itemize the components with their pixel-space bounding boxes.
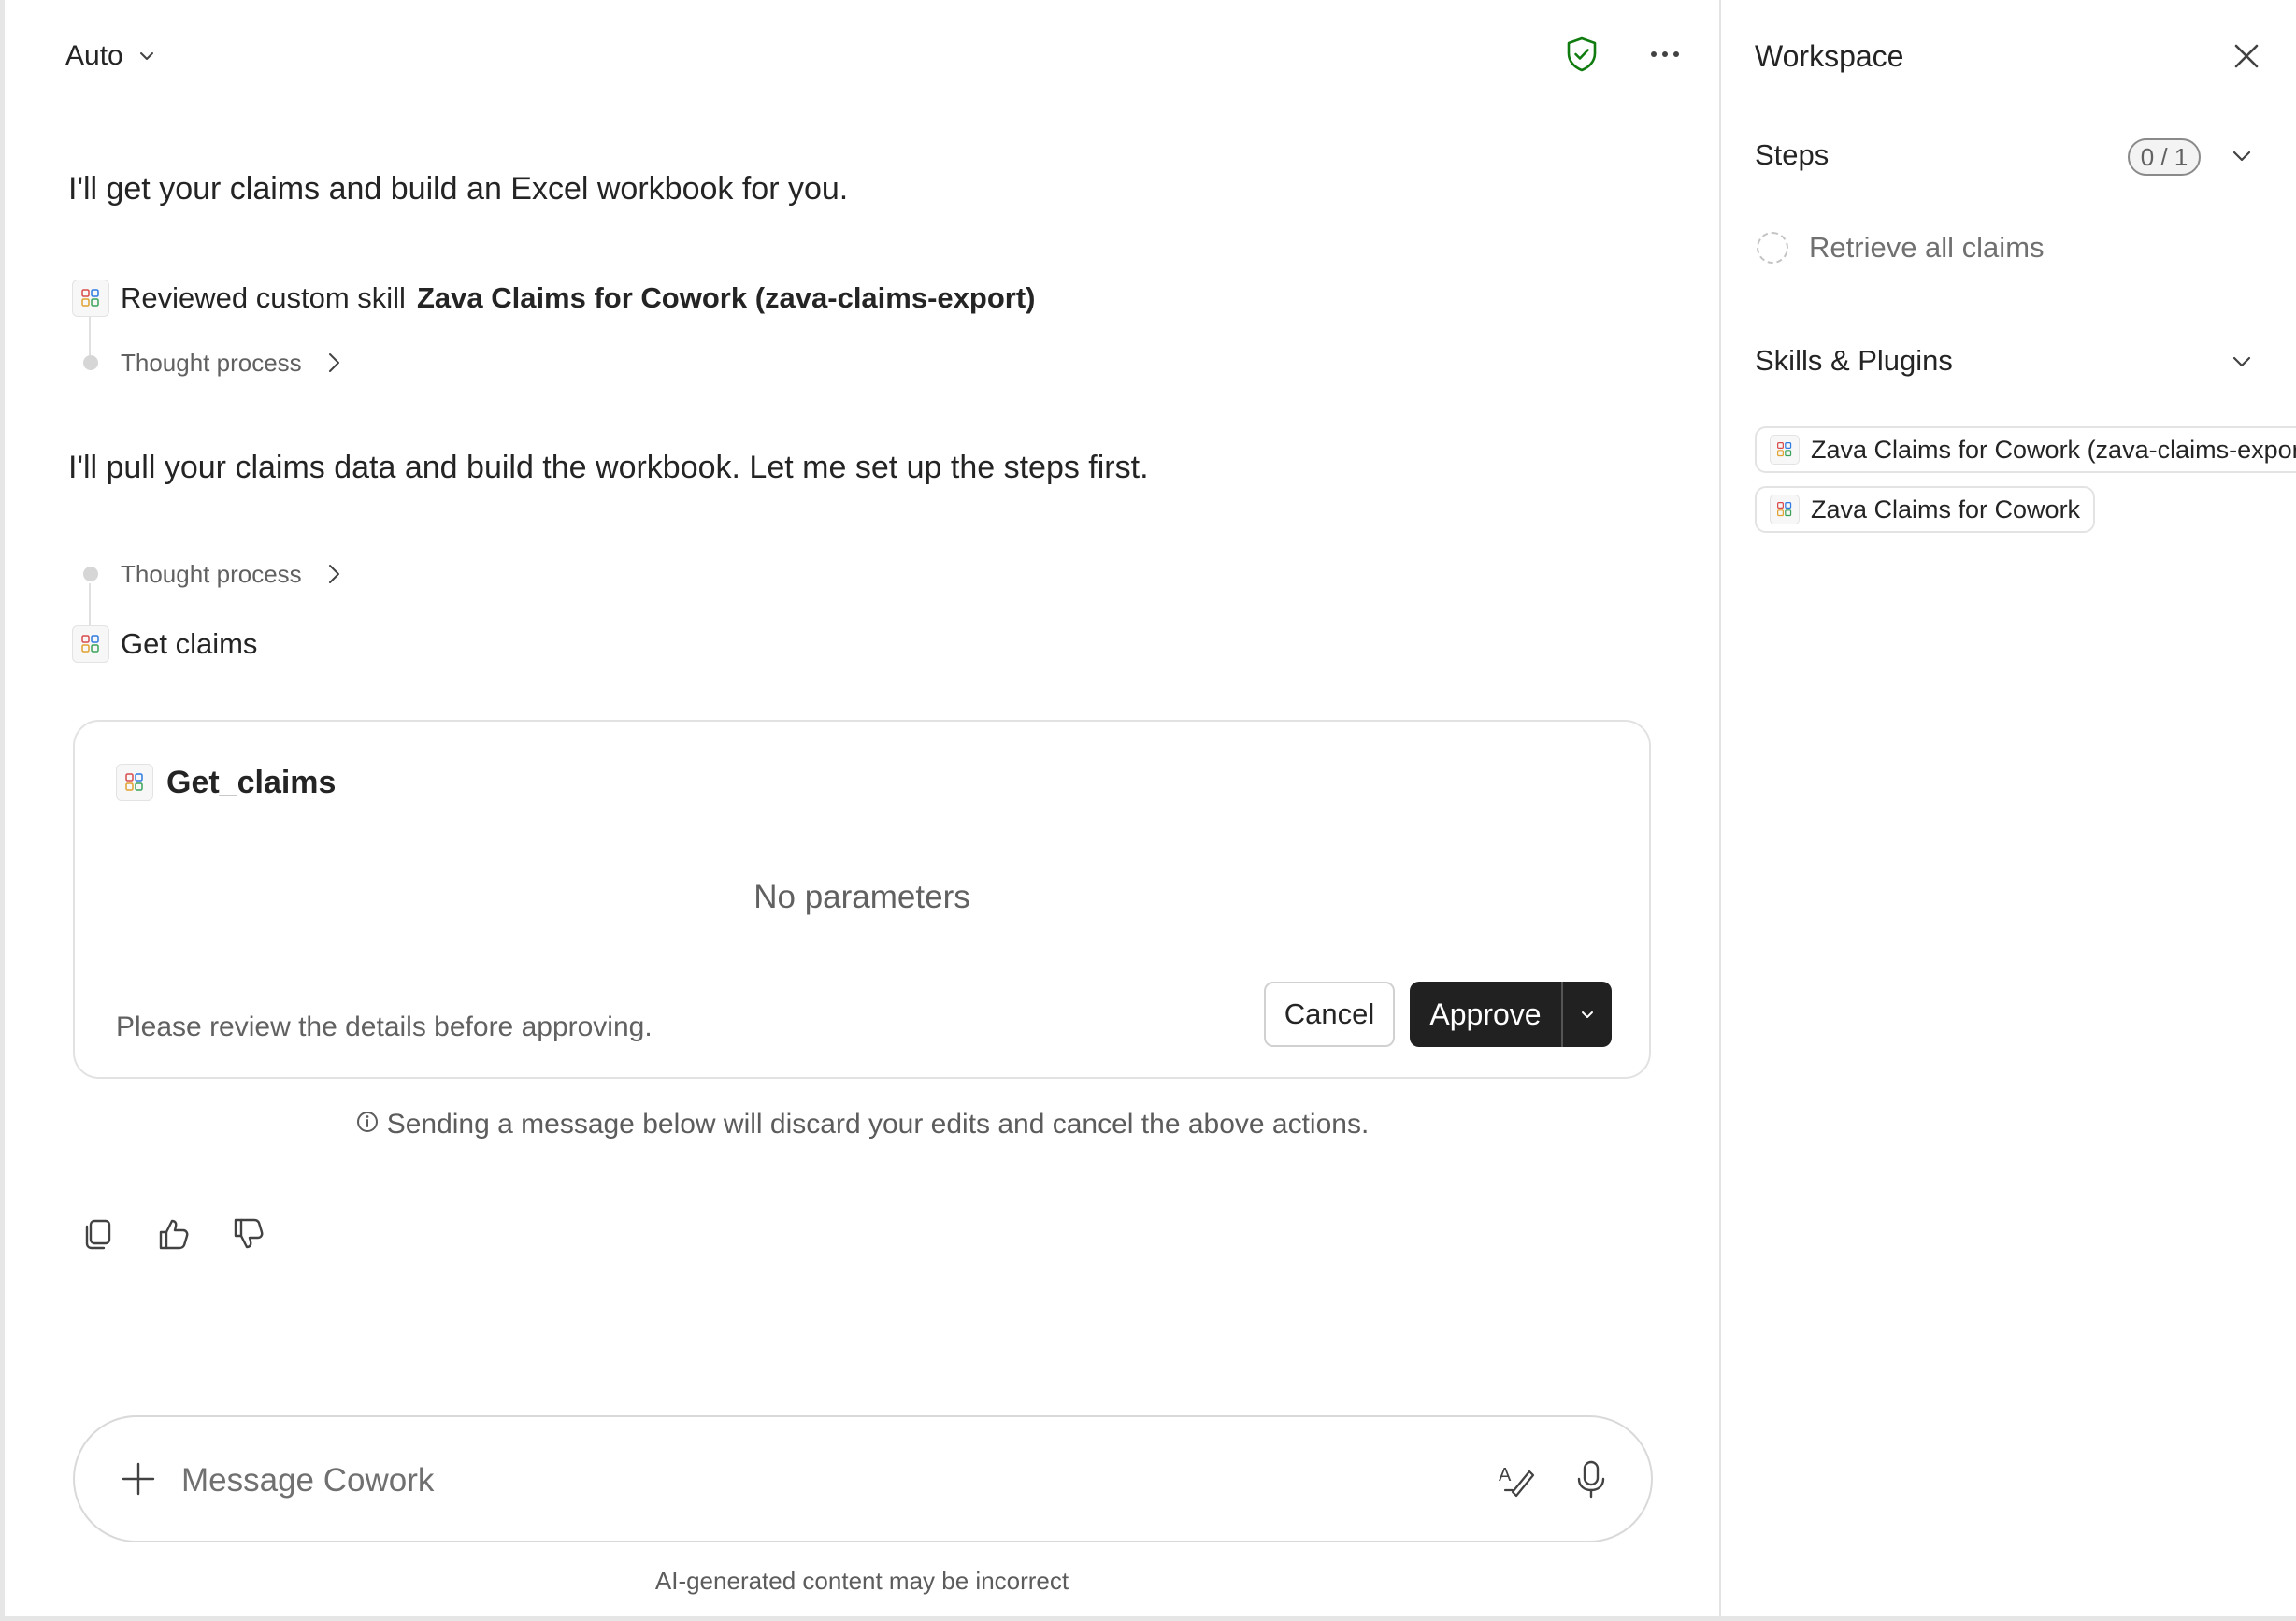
text-format-icon[interactable]: A [1496,1458,1537,1499]
tool-icon [1770,435,1800,465]
approve-options-button[interactable] [1563,982,1612,1047]
discard-warning-text: Sending a message below will discard you… [386,1109,1370,1140]
chevron-down-icon [139,52,153,60]
panel-title: Workspace [1755,39,1904,73]
app-window: Auto I'll get your claims and build an E… [0,0,2296,1621]
chat-pane: Auto I'll get your claims and build an E… [5,0,1719,1616]
plus-icon[interactable] [120,1460,157,1498]
tool-icon [72,625,109,663]
skill-chip-label: Zava Claims for Cowork [1811,495,2081,524]
tool-icon [1770,495,1800,524]
timeline-dot [83,355,98,370]
skill-review-line: Reviewed custom skill Zava Claims for Co… [72,278,1035,319]
tool-call-label: Get claims [121,627,258,660]
chevron-right-icon [328,353,339,372]
review-note: Please review the details before approvi… [116,1011,653,1042]
message-input[interactable] [179,1455,1436,1507]
steps-section-title[interactable]: Steps [1755,138,1829,172]
step-label: Retrieve all claims [1809,231,2045,264]
thought-process-label: Thought process [121,348,302,377]
shield-check-icon[interactable] [1561,34,1602,75]
discard-warning: Sending a message below will discard you… [5,1109,1719,1141]
tool-icon [72,280,109,317]
tool-icon [116,764,153,801]
thumbs-up-icon[interactable] [152,1213,194,1255]
timeline-connector [89,583,91,626]
message-composer: A [73,1415,1653,1542]
skill-name: Zava Claims for Cowork (zava-claims-expo… [416,281,1036,314]
close-icon[interactable] [2230,39,2263,73]
chevron-down-icon[interactable] [2228,142,2256,170]
approval-card: Get_claims No parameters Please review t… [73,720,1651,1079]
tool-call-line: Get claims [72,624,257,664]
skill-chip[interactable]: Zava Claims for Cowork (zava-claims-expo… [1755,426,2296,473]
svg-text:A: A [1499,1465,1512,1485]
mode-label: Auto [65,40,123,71]
step-item: Retrieve all claims [1757,228,2045,267]
thought-process-toggle[interactable]: Thought process [83,344,343,381]
chevron-down-icon[interactable] [2228,348,2256,376]
window-border [0,1616,2296,1621]
copy-icon[interactable] [78,1213,119,1255]
ai-disclaimer: AI-generated content may be incorrect [654,1567,1069,1595]
approve-button[interactable]: Approve [1410,982,1561,1047]
workspace-panel: Workspace Steps 0 / 1 Retrieve all claim… [1721,0,2296,1616]
chevron-down-icon [1582,1011,1593,1018]
steps-count-badge: 0 / 1 [2128,138,2201,176]
thought-process-toggle[interactable]: Thought process [83,555,343,593]
skills-section-title[interactable]: Skills & Plugins [1755,344,1953,378]
microphone-icon[interactable] [1572,1458,1610,1499]
skill-chip[interactable]: Zava Claims for Cowork [1755,486,2096,533]
approve-split-button: Approve [1410,982,1612,1047]
assistant-message: I'll pull your claims data and build the… [68,450,1149,485]
assistant-message: I'll get your claims and build an Excel … [68,171,849,207]
thumbs-down-icon[interactable] [227,1213,268,1255]
skill-prefix: Reviewed custom skill [121,281,406,314]
pending-circle-icon [1757,232,1788,264]
cancel-button[interactable]: Cancel [1264,982,1395,1047]
card-title-text: Get_claims [166,764,337,800]
skill-chip-label: Zava Claims for Cowork (zava-claims-expo… [1811,435,2296,464]
info-icon [355,1110,380,1141]
timeline-dot [83,567,98,581]
card-title: Get_claims [116,761,336,804]
mode-selector[interactable]: Auto [65,34,157,79]
no-parameters-text: No parameters [753,879,970,915]
chevron-right-icon [328,565,339,583]
thought-process-label: Thought process [121,559,302,588]
more-horizontal-icon[interactable] [1643,34,1687,75]
